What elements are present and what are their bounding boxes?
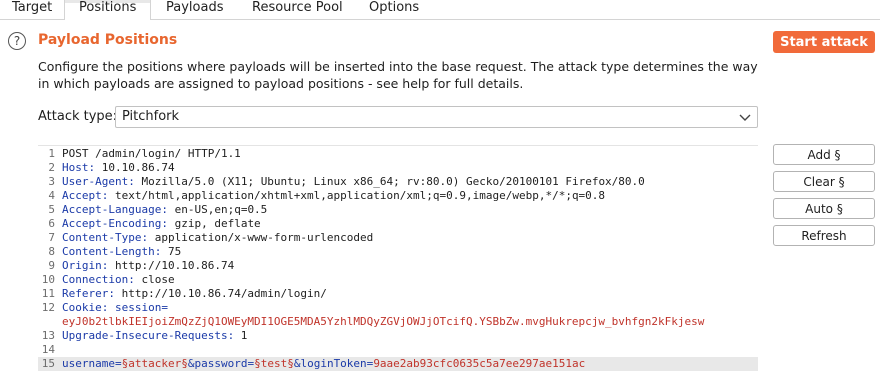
line-number: 2 xyxy=(48,161,55,174)
code-token: session= xyxy=(108,301,168,314)
code-token: Content-Type: xyxy=(62,231,149,244)
code-token: &password= xyxy=(187,357,255,370)
code-token: gzip, deflate xyxy=(167,217,261,230)
code-token: 9aae2ab93cfc0635c5a7ee297ae151ac xyxy=(373,357,586,370)
code-token: Cookie: xyxy=(62,301,109,314)
request-editor[interactable]: 1 POST /admin/login/ HTTP/1.1 2 Host: 10.10… xyxy=(38,145,758,372)
request-line: 11 Referer: http://10.10.86.74/admin/logi… xyxy=(38,287,758,301)
line-content: Cookie: session= xyxy=(62,301,168,314)
tab-resource-pool[interactable]: Resource Pool xyxy=(252,0,343,19)
line-content: POST /admin/login/ HTTP/1.1 xyxy=(62,147,241,160)
code-token: en-US,en;q=0.5 xyxy=(167,203,268,216)
code-token: Host: xyxy=(62,161,96,174)
auto-positions-button[interactable]: Auto § xyxy=(773,198,875,219)
payload-marker: §attacker§ xyxy=(121,357,188,370)
line-content: Accept-Language: en-US,en;q=0.5 xyxy=(62,203,267,216)
request-line: 1 POST /admin/login/ HTTP/1.1 xyxy=(38,147,758,161)
line-content: Content-Length: 75 xyxy=(62,245,181,258)
code-token: User-Agent: xyxy=(62,175,135,188)
line-content: Accept: text/html,application/xhtml+xml,… xyxy=(62,189,605,202)
request-line: 13 Upgrade-Insecure-Requests: 1 xyxy=(38,329,758,343)
description-text: Configure the positions where payloads w… xyxy=(38,59,758,91)
tab-bar: Target Positions Payloads Resource Pool … xyxy=(0,0,880,20)
request-line: 8 Content-Length: 75 xyxy=(38,245,758,259)
start-attack-button[interactable]: Start attack xyxy=(773,31,875,53)
clear-positions-button[interactable]: Clear § xyxy=(773,171,875,192)
help-icon[interactable]: ? xyxy=(8,32,26,50)
line-number: 8 xyxy=(48,245,55,258)
line-number: 11 xyxy=(41,287,55,300)
request-line: 3 User-Agent: Mozilla/5.0 (X11; Ubuntu; L… xyxy=(38,175,758,189)
attack-type-value: Pitchfork xyxy=(122,109,180,124)
attack-type-label: Attack type: xyxy=(38,109,118,124)
add-position-button[interactable]: Add § xyxy=(773,144,875,165)
payload-marker: §test§ xyxy=(254,357,294,370)
line-number: 10 xyxy=(41,273,55,286)
line-content: Referer: http://10.10.86.74/admin/login/ xyxy=(62,287,327,300)
attack-type-select[interactable]: Pitchfork xyxy=(115,106,758,128)
code-token: POST /admin/login/ HTTP/1.1 xyxy=(62,147,241,160)
line-content: eyJ0b2tlbkIEIjoiZmQzZjQ1OWEyMDI1OGE5MDA5… xyxy=(62,315,704,328)
line-number: 6 xyxy=(48,217,55,230)
tab-target[interactable]: Target xyxy=(12,0,52,19)
line-content: Origin: http://10.10.86.74 xyxy=(62,259,234,272)
request-line: 15 username=§attacker§&password=§test§&lo… xyxy=(38,357,758,371)
request-line: 9 Origin: http://10.10.86.74 xyxy=(38,259,758,273)
code-token: 10.10.86.74 xyxy=(95,161,175,174)
code-token: Accept-Encoding: xyxy=(62,217,168,230)
line-number: 15 xyxy=(41,357,55,370)
chevron-down-icon xyxy=(739,114,751,121)
request-line: eyJ0b2tlbkIEIjoiZmQzZjQ1OWEyMDI1OGE5MDA5… xyxy=(38,315,758,329)
code-token: close xyxy=(134,273,175,286)
tab-payloads[interactable]: Payloads xyxy=(166,0,223,19)
line-number: 5 xyxy=(48,203,55,216)
line-content: Host: 10.10.86.74 xyxy=(62,161,175,174)
code-token: Mozilla/5.0 (X11; Ubuntu; Linux x86_64; … xyxy=(134,175,645,188)
code-token: Accept-Language: xyxy=(62,203,168,216)
line-content: username=§attacker§&password=§test§&logi… xyxy=(62,357,585,370)
line-content: Connection: close xyxy=(62,273,175,286)
code-token: 1 xyxy=(234,329,248,342)
code-token: application/x-www-form-urlencoded xyxy=(148,231,374,244)
code-token: Connection: xyxy=(62,273,135,286)
code-token: http://10.10.86.74 xyxy=(108,259,235,272)
refresh-button[interactable]: Refresh xyxy=(773,225,875,246)
code-token: Upgrade-Insecure-Requests: xyxy=(62,329,235,342)
code-token: text/html,application/xhtml+xml,applicat… xyxy=(108,189,606,202)
line-number: 1 xyxy=(48,147,55,160)
line-content: User-Agent: Mozilla/5.0 (X11; Ubuntu; Li… xyxy=(62,175,645,188)
code-token: eyJ0b2tlbkIEIjoiZmQzZjQ1OWEyMDI1OGE5MDA5… xyxy=(62,315,705,328)
code-token: Accept: xyxy=(62,189,109,202)
code-token: Content-Length: xyxy=(62,245,162,258)
tab-options[interactable]: Options xyxy=(369,0,419,19)
code-token: &loginToken= xyxy=(293,357,374,370)
line-number: 13 xyxy=(41,329,55,342)
line-content: Content-Type: application/x-www-form-url… xyxy=(62,231,373,244)
code-token: Origin: xyxy=(62,259,109,272)
request-line: 14 xyxy=(38,343,758,357)
request-line: 10 Connection: close xyxy=(38,273,758,287)
line-number: 3 xyxy=(48,175,55,188)
line-number: 12 xyxy=(41,301,55,314)
request-line: 2 Host: 10.10.86.74 xyxy=(38,161,758,175)
page-title: Payload Positions xyxy=(38,32,178,48)
code-token: username= xyxy=(62,357,122,370)
request-line: 12 Cookie: session= xyxy=(38,301,758,315)
code-token: Referer: xyxy=(62,287,115,300)
line-content: Upgrade-Insecure-Requests: 1 xyxy=(62,329,247,342)
line-number: 14 xyxy=(41,343,55,356)
request-line: 7 Content-Type: application/x-www-form-ur… xyxy=(38,231,758,245)
request-line: 6 Accept-Encoding: gzip, deflate xyxy=(38,217,758,231)
tab-positions[interactable]: Positions xyxy=(64,0,152,20)
line-number: 9 xyxy=(48,259,55,272)
code-token: 75 xyxy=(161,245,182,258)
code-token: http://10.10.86.74/admin/login/ xyxy=(114,287,327,300)
request-line: 5 Accept-Language: en-US,en;q=0.5 xyxy=(38,203,758,217)
line-number: 7 xyxy=(48,231,55,244)
line-number: 4 xyxy=(48,189,55,202)
line-content: Accept-Encoding: gzip, deflate xyxy=(62,217,261,230)
request-line: 4 Accept: text/html,application/xhtml+xml… xyxy=(38,189,758,203)
